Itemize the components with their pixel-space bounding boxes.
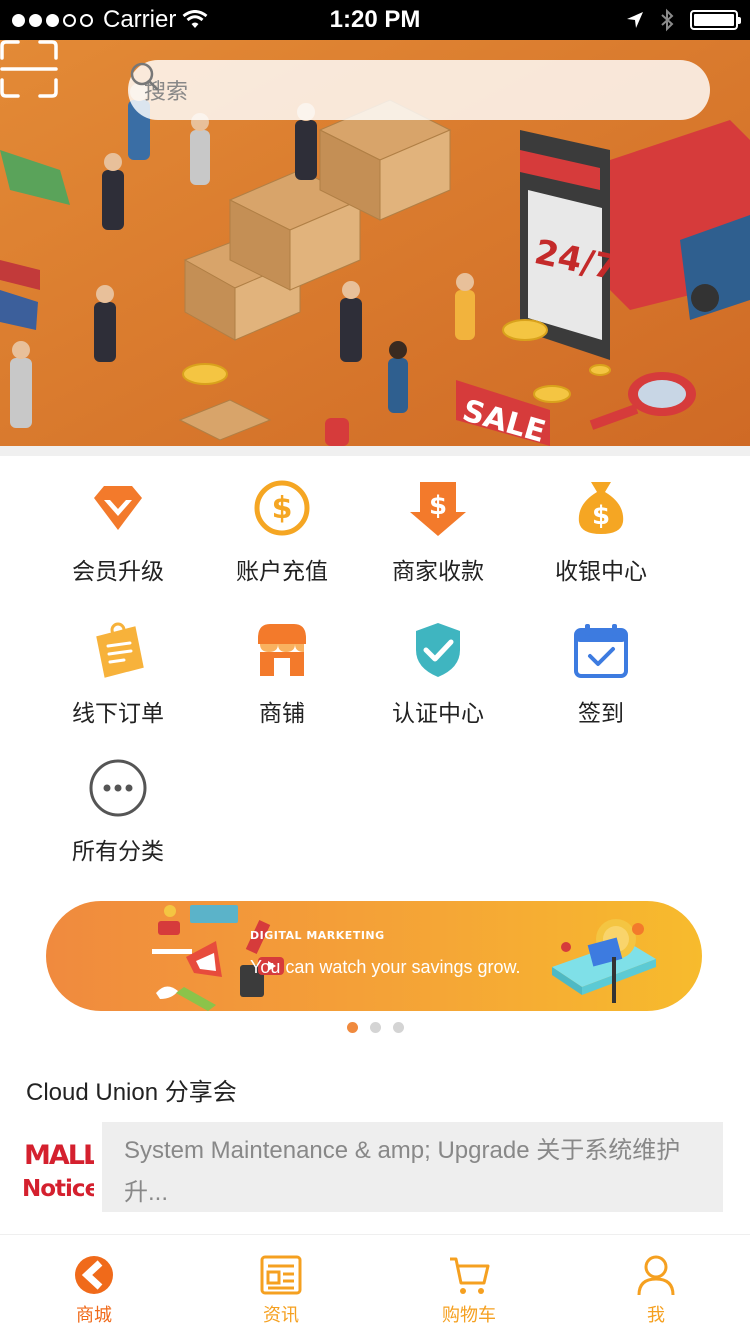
dollar-coin-icon: $ — [254, 480, 310, 536]
grid-label: 商铺 — [259, 701, 305, 727]
grid-label: 收银中心 — [555, 559, 647, 585]
status-right — [626, 0, 741, 40]
grid-label: 线下订单 — [72, 701, 164, 727]
bottom-tab-bar: 商城 资讯 购物车 我 — [0, 1234, 750, 1334]
pager-dot-active[interactable] — [346, 1022, 358, 1033]
notice-text-line-2: 升... — [124, 1179, 169, 1206]
grid-label: 认证中心 — [392, 701, 484, 727]
more-dots-icon — [89, 759, 147, 817]
svg-text:$: $ — [592, 501, 610, 531]
svg-text:$: $ — [429, 491, 447, 521]
tab-me[interactable]: 我 — [596, 1253, 716, 1327]
order-note-icon — [96, 622, 144, 678]
grid-label: 商家收款 — [392, 559, 484, 585]
hero-banner[interactable]: 24/7 SALE 搜索 — [0, 40, 750, 446]
tab-label: 商城 — [76, 1305, 112, 1326]
search-input[interactable]: 搜索 — [128, 60, 710, 120]
notice-item[interactable]: System Maintenance & amp; Upgrade 关于系统维护… — [102, 1122, 723, 1212]
banner-title: DIGITAL MARKETING — [250, 929, 385, 942]
section-divider — [0, 446, 750, 456]
bluetooth-icon — [661, 8, 674, 32]
grid-item-cashier-center[interactable]: $ 收银中心 — [526, 478, 676, 586]
carrier-name: Carrier — [103, 6, 177, 33]
grid-item-merchant-payment[interactable]: $ 商家收款 — [363, 478, 513, 586]
vip-diamond-icon — [94, 486, 142, 530]
news-icon — [260, 1255, 302, 1295]
pager-dot[interactable] — [392, 1022, 404, 1033]
tab-news[interactable]: 资讯 — [221, 1253, 341, 1327]
grid-item-check-in[interactable]: 签到 — [526, 620, 676, 728]
cart-icon — [450, 1257, 490, 1294]
grid-item-account-recharge[interactable]: $ 账户充值 — [207, 478, 357, 586]
status-bar: Carrier 1:20 PM — [0, 0, 750, 40]
banner-pager — [0, 1022, 750, 1033]
svg-text:$: $ — [272, 491, 293, 526]
banner-subtitle: You can watch your savings grow. — [250, 957, 521, 977]
grid-label: 所有分类 — [72, 839, 164, 865]
grid-item-vip-upgrade[interactable]: 会员升级 — [43, 478, 193, 586]
mall-icon — [75, 1256, 113, 1294]
grid-label: 账户充值 — [236, 559, 328, 585]
user-icon — [637, 1255, 675, 1296]
shield-check-icon — [416, 623, 460, 677]
tab-label: 资讯 — [263, 1305, 299, 1326]
scan-icon[interactable] — [0, 40, 58, 98]
status-left: Carrier — [12, 0, 208, 40]
svg-text:Notice: Notice — [22, 1176, 94, 1202]
tab-cart[interactable]: 购物车 — [409, 1253, 529, 1327]
search-placeholder: 搜索 — [144, 80, 189, 105]
signal-strength-icon — [12, 13, 93, 27]
search-icon[interactable] — [128, 60, 160, 92]
wifi-icon — [182, 10, 208, 28]
mall-notice-logo: MALL Notice — [22, 1140, 94, 1202]
tab-label: 购物车 — [442, 1305, 496, 1326]
grid-item-shop[interactable]: 商铺 — [207, 620, 357, 728]
notice-text-line-1: System Maintenance & amp; Upgrade 关于系统维护 — [124, 1137, 681, 1164]
marketing-illustration-left — [152, 905, 284, 1011]
battery-icon — [690, 10, 741, 30]
calendar-check-icon — [574, 624, 628, 678]
grid-item-offline-orders[interactable]: 线下订单 — [43, 620, 193, 728]
money-bag-icon: $ — [578, 482, 624, 534]
storefront-icon — [258, 624, 306, 676]
pager-dot[interactable] — [369, 1022, 381, 1033]
savings-illustration-right — [552, 919, 656, 1003]
tab-label: 我 — [647, 1305, 665, 1326]
dollar-arrow-icon: $ — [410, 482, 466, 536]
tab-mall[interactable]: 商城 — [34, 1253, 154, 1327]
svg-text:MALL: MALL — [24, 1140, 94, 1171]
promo-banner[interactable]: DIGITAL MARKETING You can watch your sav… — [46, 901, 702, 1011]
grid-item-all-categories[interactable]: 所有分类 — [43, 758, 193, 866]
grid-label: 签到 — [578, 701, 624, 727]
location-arrow-icon — [627, 12, 643, 28]
grid-item-certification-center[interactable]: 认证中心 — [363, 620, 513, 728]
grid-label: 会员升级 — [72, 559, 164, 585]
news-section-title: Cloud Union 分享会 — [26, 1079, 237, 1106]
